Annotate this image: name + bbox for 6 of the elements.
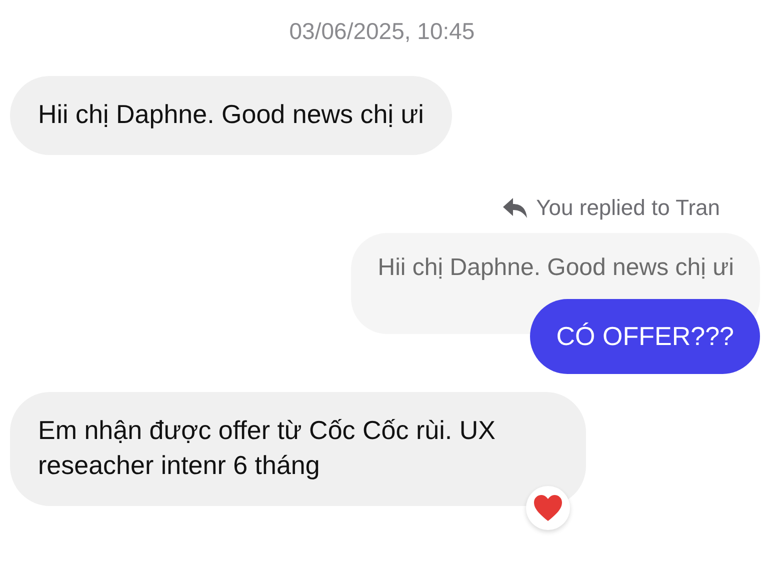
reply-label: You replied to Tran <box>536 195 720 221</box>
message-timestamp: 03/06/2025, 10:45 <box>289 18 475 45</box>
message-bubble: CÓ OFFER??? <box>530 299 760 374</box>
message-bubble: Hii chị Daphne. Good news chị ưi <box>10 76 452 155</box>
message-bubble: Em nhận được offer từ Cốc Cốc rùi. UX reseacher intenr 6 tháng <box>10 392 586 506</box>
reply-icon <box>502 197 528 219</box>
